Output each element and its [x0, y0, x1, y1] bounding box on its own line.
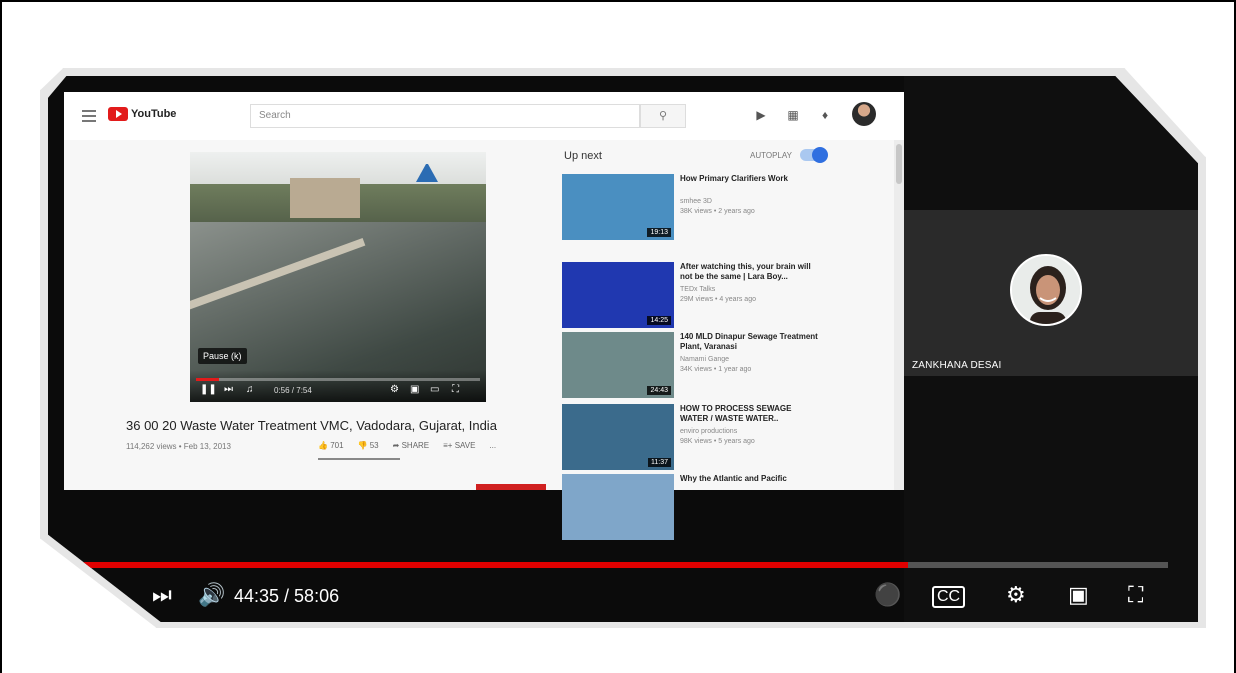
recommendation-channel: enviro productions	[680, 428, 738, 435]
recommendation-title[interactable]: How Primary Clarifiers Work	[680, 174, 820, 184]
volume-icon[interactable]: ♫	[246, 384, 254, 395]
recommendation-thumbnail[interactable]: 11:37	[562, 404, 674, 470]
youtube-header: YouTube Search ⚲ ▶ ▦ ♦	[64, 92, 904, 140]
settings-icon[interactable]: ⚙	[390, 384, 399, 395]
scrollbar[interactable]	[894, 140, 904, 490]
recommendation-thumbnail[interactable]: 24:43	[562, 332, 674, 398]
recommendation-channel: TEDx Talks	[680, 286, 716, 293]
recommendation-duration: 11:37	[648, 458, 671, 467]
recommendation-thumbnail[interactable]: 19:13	[562, 174, 674, 240]
participant-avatar	[1010, 254, 1082, 326]
search-input[interactable]: Search	[250, 104, 640, 128]
create-video-icon[interactable]: ▶	[754, 108, 768, 122]
recommendation-duration: 14:25	[647, 316, 671, 325]
like-count: 701	[330, 441, 344, 450]
shared-screen-youtube: YouTube Search ⚲ ▶ ▦ ♦ Pause (k) ❚❚ ⏭ ♫ …	[64, 92, 904, 540]
border-top	[0, 0, 1236, 2]
recommendation-duration: 19:13	[647, 228, 671, 237]
pause-icon[interactable]: ❚❚	[200, 384, 217, 395]
miniplayer-icon[interactable]: ▣	[1068, 582, 1089, 608]
autoplay-switch-icon[interactable]: ⚫	[874, 582, 901, 608]
next-icon[interactable]: ⏭	[224, 384, 233, 395]
like-ratio-bar	[318, 458, 400, 460]
recommendation-views: 29M views • 4 years ago	[680, 296, 756, 303]
search-icon[interactable]: ⚲	[640, 104, 686, 128]
player-progress-fill	[196, 378, 219, 381]
notifications-bell-icon[interactable]: ♦	[818, 108, 832, 122]
meeting-progress-fill	[48, 562, 909, 568]
recommendation-item[interactable]: Why the Atlantic and Pacific	[562, 474, 892, 544]
video-player[interactable]: Pause (k) ❚❚ ⏭ ♫ 0:56 / 7:54 ⚙ ▣ ▭ ⛶	[190, 152, 486, 402]
share-button[interactable]: ➦ SHARE	[393, 441, 430, 450]
autoplay-knob	[812, 147, 828, 163]
page: YouTube Search ⚲ ▶ ▦ ♦ Pause (k) ❚❚ ⏭ ♫ …	[0, 0, 1236, 673]
recommendation-channel: smhee 3D	[680, 198, 712, 205]
recommendation-views: 98K views • 5 years ago	[680, 438, 755, 445]
meeting-screen: YouTube Search ⚲ ▶ ▦ ♦ Pause (k) ❚❚ ⏭ ♫ …	[48, 76, 1198, 622]
recommendation-title[interactable]: Why the Atlantic and Pacific	[680, 474, 820, 484]
playback-time: 44:35 / 58:06	[234, 586, 340, 606]
share-label: SHARE	[401, 441, 430, 450]
like-button[interactable]: 👍 701	[318, 441, 344, 450]
menu-icon[interactable]	[82, 110, 96, 122]
meeting-progress-bar[interactable]	[48, 562, 1168, 568]
more-actions-button[interactable]: ...	[489, 441, 496, 450]
dislike-button[interactable]: 👎 53	[358, 441, 379, 450]
fullscreen-icon[interactable]: ⛶	[452, 384, 459, 395]
theater-mode-icon[interactable]: ▭	[430, 384, 439, 395]
recommendation-title[interactable]: 140 MLD Dinapur Sewage Treatment Plant, …	[680, 332, 820, 352]
recommendation-title[interactable]: After watching this, your brain will not…	[680, 262, 820, 282]
youtube-logo-text: YouTube	[131, 108, 177, 120]
autoplay-toggle[interactable]	[800, 147, 828, 163]
recommendation-views: 38K views • 2 years ago	[680, 208, 755, 215]
recommendation-thumbnail[interactable]: 14:25	[562, 262, 674, 328]
volume-icon[interactable]: 🔊	[198, 582, 225, 608]
dislike-count: 53	[369, 441, 379, 450]
video-meta: 114,262 views • Feb 13, 2013	[126, 442, 231, 451]
player-controls: ❚❚ ⏭ ♫ 0:56 / 7:54 ⚙ ▣ ▭ ⛶	[190, 370, 486, 402]
video-actions: 👍 701 👎 53 ➦ SHARE ≡+ SAVE ...	[318, 441, 496, 450]
youtube-play-icon	[108, 107, 128, 121]
fullscreen-icon[interactable]: ⛶	[1128, 582, 1143, 608]
recommendation-duration: 24:43	[647, 386, 671, 395]
recommendation-title[interactable]: HOW TO PROCESS SEWAGE WATER / WASTE WATE…	[680, 404, 820, 424]
border-left	[0, 0, 2, 673]
recommendation-item[interactable]: 14:25 After watching this, your brain wil…	[562, 262, 892, 332]
save-button[interactable]: ≡+ SAVE	[443, 441, 475, 450]
youtube-logo[interactable]: YouTube	[108, 107, 176, 121]
recommendation-item[interactable]: 19:13 How Primary Clarifiers Work smhee 3D…	[562, 174, 892, 244]
video-frame-building	[290, 178, 360, 218]
player-time: 0:56 / 7:54	[274, 386, 312, 395]
autoplay-label: AUTOPLAY	[750, 151, 792, 160]
participant-name: ZANKHANA DESAI	[912, 360, 1002, 371]
next-track-icon[interactable]: ⏭	[152, 582, 172, 608]
video-title: 36 00 20 Waste Water Treatment VMC, Vado…	[126, 418, 497, 433]
save-label: SAVE	[454, 441, 476, 450]
up-next-label: Up next	[564, 150, 602, 162]
recommendation-thumbnail[interactable]	[562, 474, 674, 540]
captions-icon[interactable]: CC	[932, 586, 966, 608]
player-progress-bar[interactable]	[196, 378, 480, 381]
channel-watermark-icon	[416, 164, 438, 182]
pause-tooltip: Pause (k)	[198, 348, 247, 364]
recommendation-item[interactable]: 24:43 140 MLD Dinapur Sewage Treatment Pl…	[562, 332, 892, 402]
subscribe-button[interactable]	[476, 484, 546, 490]
recommendation-item[interactable]: 11:37 HOW TO PROCESS SEWAGE WATER / WASTE…	[562, 404, 892, 474]
settings-icon[interactable]: ⚙	[1006, 582, 1026, 608]
recommendation-channel: Namami Gange	[680, 356, 730, 363]
account-avatar[interactable]	[852, 102, 876, 126]
recommendation-views: 34K views • 1 year ago	[680, 366, 752, 373]
miniplayer-icon[interactable]: ▣	[410, 384, 419, 395]
apps-grid-icon[interactable]: ▦	[786, 108, 800, 122]
